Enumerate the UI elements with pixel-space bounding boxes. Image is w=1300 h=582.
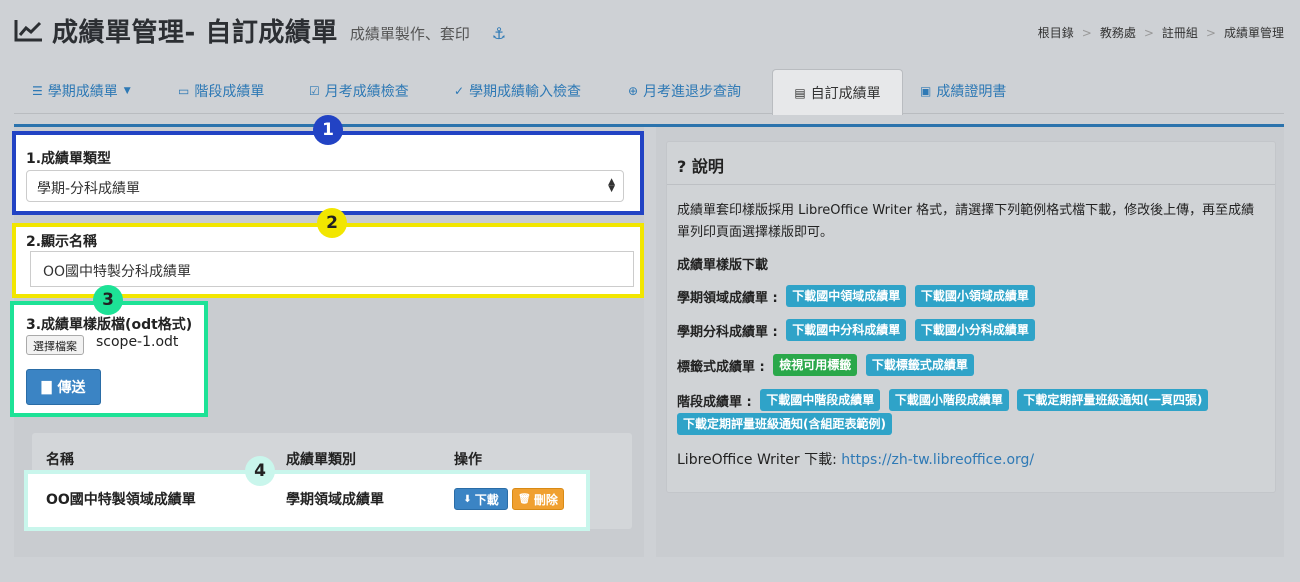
breadcrumb-item-registry[interactable]: 註冊組 — [1162, 24, 1198, 41]
tab-label: 階段成績單 — [194, 84, 265, 100]
libreoffice-link[interactable]: https://zh-tw.libreoffice.org/ — [841, 452, 1034, 468]
question-icon: ? — [677, 157, 687, 176]
help-panel-header: ? 說明 — [667, 142, 1275, 185]
callout-badge: 4 — [245, 456, 275, 486]
breadcrumb-item-academic[interactable]: 教務處 — [1100, 24, 1136, 41]
download-button[interactable]: ⬇ 下載 — [454, 488, 508, 510]
page-header: 成績單管理- 自訂成績單 成績單製作、套印 ⚓ — [14, 12, 506, 48]
list-icon: ☰ — [32, 84, 43, 98]
download-elementary-subject-button[interactable]: 下載國小分科成績單 — [914, 319, 1035, 341]
help-row-stage: 階段成績單 : 下載國中階段成績單 下載國小階段成績單 下載定期評量班級通知(一… — [677, 389, 1209, 411]
template-file-label: 3.成績單樣版檔(odt格式) — [26, 317, 193, 333]
report-type-value: 學期-分科成績單 — [37, 181, 141, 197]
column-header-category: 成績單類別 — [286, 452, 356, 468]
table-row: OO國中特製領域成績單 學期領域成績單 ⬇ 下載 🗑 刪除 — [24, 470, 590, 531]
tab-semester-report[interactable]: ☰ 學期成績單 ▼ — [32, 69, 131, 113]
download-label-style-button[interactable]: 下載標籤式成績單 — [865, 354, 974, 376]
help-row-label: 學期領域成績單 : — [677, 290, 778, 306]
help-row-subject: 學期分科成績單 : 下載國中分科成績單 下載國小分科成績單 — [677, 319, 1035, 341]
display-name-input[interactable]: OO國中特製分科成績單 — [30, 251, 634, 287]
template-upload-section: 3.成績單樣版檔(odt格式) 選擇檔案 scope-1.odt ▇ 傳送 — [10, 301, 208, 417]
upload-button-label: 傳送 — [57, 380, 86, 396]
newspaper-icon: ▤ — [794, 85, 806, 100]
download-icon: ⬇ — [463, 493, 472, 505]
row-category: 學期領域成績單 — [286, 492, 384, 508]
display-name-label: 2.顯示名稱 — [26, 234, 98, 250]
libreoffice-download-line: LibreOffice Writer 下載: https://zh-tw.lib… — [677, 449, 1034, 469]
help-row-label: 學期分科成績單 : — [677, 324, 778, 340]
tab-label: 成績證明書 — [936, 84, 1007, 100]
file-icon: ▇ — [41, 379, 52, 395]
choose-file-button[interactable]: 選擇檔案 — [26, 335, 84, 355]
tab-certificate[interactable]: ▣ 成績證明書 — [920, 69, 1006, 113]
report-type-select[interactable]: 學期-分科成績單 ▲ ▼ — [26, 170, 624, 202]
tab-monthly-check[interactable]: ☑ 月考成績檢查 — [309, 69, 409, 113]
callout-badge: 3 — [93, 285, 123, 315]
download-elementary-domain-button[interactable]: 下載國小領域成績單 — [914, 285, 1035, 307]
callout-badge: 1 — [313, 115, 343, 145]
download-class-notice-range-button[interactable]: 下載定期評量班級通知(含組距表範例) — [677, 413, 892, 435]
libreoffice-label: LibreOffice Writer 下載: — [677, 452, 837, 468]
card-icon: ▭ — [178, 84, 190, 98]
download-class-notice-four-button[interactable]: 下載定期評量班級通知(一頁四張) — [1017, 389, 1209, 411]
tab-label: 月考進退步查詢 — [643, 84, 742, 100]
tab-custom-report[interactable]: ▤ 自訂成績單 — [772, 69, 903, 115]
tab-label: 學期成績輸入檢查 — [469, 84, 582, 100]
help-row-label: 階段成績單 : — [677, 394, 752, 410]
tab-label: 自訂成績單 — [810, 85, 881, 102]
page-subtitle: 成績單製作、套印 — [349, 24, 470, 43]
row-name: OO國中特製領域成績單 — [46, 492, 196, 508]
selected-file-name: scope-1.odt — [96, 334, 179, 350]
breadcrumb-separator: > — [1081, 25, 1092, 40]
tab-stage-report[interactable]: ▭ 階段成績單 — [178, 69, 264, 113]
tab-label: 月考成績檢查 — [324, 84, 409, 100]
delete-button[interactable]: 🗑 刪除 — [512, 488, 564, 510]
download-button-label: 下載 — [474, 492, 499, 507]
help-title: ? 說明 — [677, 153, 724, 177]
check-square-icon: ☑ — [309, 84, 320, 98]
tab-progress-query[interactable]: ⊕ 月考進退步查詢 — [628, 69, 741, 113]
help-title-text: 說明 — [691, 157, 724, 176]
trash-icon: 🗑 — [518, 493, 531, 505]
check-circle-icon: ✓ — [454, 84, 465, 98]
tab-label: 學期成績單 — [47, 84, 118, 100]
download-elementary-stage-button[interactable]: 下載國小階段成績單 — [888, 389, 1009, 411]
zoom-icon: ⊕ — [628, 84, 639, 98]
breadcrumb-separator: > — [1205, 25, 1216, 40]
page-title: 成績單管理- 自訂成績單 — [52, 17, 338, 48]
help-intro: 成績單套印樣版採用 LibreOffice Writer 格式，請選擇下列範例格… — [677, 203, 1255, 240]
tab-input-check[interactable]: ✓ 學期成績輸入檢查 — [454, 69, 581, 113]
breadcrumb-item-current: 成績單管理 — [1223, 26, 1284, 40]
help-panel: ? 說明 成績單套印樣版採用 LibreOffice Writer 格式，請選擇… — [666, 141, 1276, 493]
download-heading: 成績單樣版下載 — [677, 258, 769, 273]
download-junior-subject-button[interactable]: 下載國中分科成績單 — [786, 319, 907, 341]
report-type-label: 1.成績單類型 — [26, 151, 112, 167]
breadcrumb: 根目錄 > 教務處 > 註冊組 > 成績單管理 — [1038, 24, 1284, 41]
caret-down-icon: ▼ — [123, 86, 131, 96]
breadcrumb-item-root[interactable]: 根目錄 — [1038, 24, 1074, 41]
select-arrows-icon: ▲ ▼ — [608, 177, 615, 194]
id-badge-icon: ▣ — [920, 84, 932, 98]
download-junior-domain-button[interactable]: 下載國中領域成績單 — [786, 285, 907, 307]
line-chart-icon — [14, 20, 42, 42]
column-header-actions: 操作 — [454, 452, 482, 468]
view-tags-button[interactable]: 檢視可用標籤 — [773, 354, 858, 376]
breadcrumb-separator: > — [1143, 25, 1154, 40]
help-row-label: 標籤式成績單 : — [677, 359, 765, 375]
delete-button-label: 刪除 — [533, 492, 558, 507]
column-header-name: 名稱 — [46, 452, 74, 468]
anchor-icon[interactable]: ⚓ — [492, 24, 506, 43]
help-row-label-style: 標籤式成績單 : 檢視可用標籤 下載標籤式成績單 — [677, 354, 974, 376]
tab-bar: ☰ 學期成績單 ▼ ▭ 階段成績單 ☑ 月考成績檢查 ✓ 學期成績輸入檢查 ⊕ … — [14, 69, 1284, 115]
download-junior-stage-button[interactable]: 下載國中階段成績單 — [760, 389, 881, 411]
upload-button[interactable]: ▇ 傳送 — [26, 369, 101, 405]
callout-badge: 2 — [317, 208, 347, 238]
help-row-domain: 學期領域成績單 : 下載國中領域成績單 下載國小領域成績單 — [677, 285, 1035, 307]
